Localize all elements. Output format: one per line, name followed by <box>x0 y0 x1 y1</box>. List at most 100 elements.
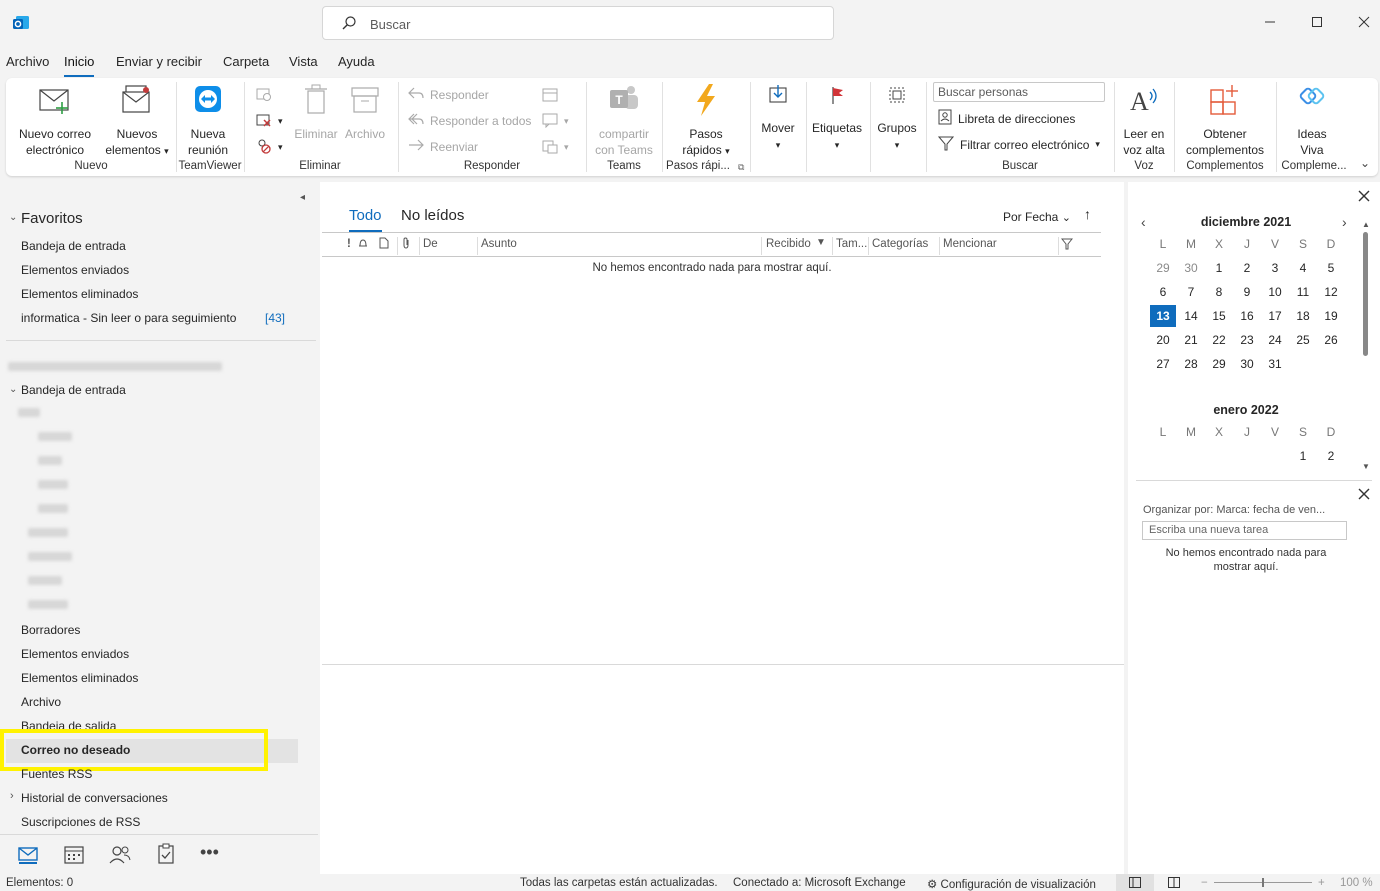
dialog-launcher-icon[interactable]: ⧉ <box>738 162 744 173</box>
col-categories[interactable]: Categorías <box>872 238 928 250</box>
address-book-button[interactable]: Libreta de direcciones <box>938 109 1075 128</box>
col-importance[interactable]: ! <box>347 238 351 250</box>
col-from[interactable]: De <box>423 238 438 250</box>
maximize-button[interactable] <box>1297 8 1337 38</box>
dec-calendar-day[interactable]: 6 <box>1150 285 1176 299</box>
dec-calendar-day[interactable]: 17 <box>1262 309 1288 323</box>
col-received[interactable]: Recibido <box>766 238 811 250</box>
groups-button[interactable]: Grupos ▾ <box>872 82 922 153</box>
reminder-col-icon[interactable] <box>357 237 369 252</box>
people-icon[interactable] <box>108 842 132 866</box>
dec-calendar-day[interactable]: 22 <box>1206 333 1232 347</box>
subfolder-redacted[interactable] <box>18 408 40 417</box>
dec-calendar-day[interactable]: 3 <box>1262 261 1288 275</box>
tab-carpeta[interactable]: Carpeta <box>223 54 269 69</box>
folder-deleted[interactable]: Elementos eliminados <box>21 671 138 685</box>
dec-calendar-day[interactable]: 13 <box>1150 305 1176 327</box>
folder-rss-feeds[interactable]: Fuentes RSS <box>21 767 92 781</box>
dec-calendar-day[interactable]: 20 <box>1150 333 1176 347</box>
filter-email-button[interactable]: Filtrar correo electrónico ▾ <box>937 135 1100 154</box>
dec-calendar-day[interactable]: 5 <box>1318 261 1344 275</box>
chevron-down-icon[interactable]: ⌄ <box>9 212 17 223</box>
share-teams-button[interactable]: T compartir con Teams <box>590 82 658 158</box>
minimize-button[interactable] <box>1250 8 1290 38</box>
dec-calendar-day[interactable]: 2 <box>1234 261 1260 275</box>
dec-calendar-day[interactable]: 23 <box>1234 333 1260 347</box>
viva-insights-button[interactable]: Ideas Viva <box>1282 82 1342 158</box>
junk-button[interactable]: ▾ <box>256 138 283 157</box>
dec-calendar-day[interactable]: 30 <box>1178 261 1204 275</box>
dec-calendar-day[interactable]: 24 <box>1262 333 1288 347</box>
dec-calendar-day[interactable]: 29 <box>1150 261 1176 275</box>
dec-calendar-day[interactable]: 27 <box>1150 357 1176 371</box>
chevron-right-icon[interactable]: › <box>10 790 14 802</box>
col-mention[interactable]: Mencionar <box>943 238 997 250</box>
delete-button[interactable]: Eliminar <box>294 82 338 142</box>
subfolder-redacted[interactable] <box>38 504 68 513</box>
meeting-reply-button[interactable] <box>542 86 558 105</box>
more-apps-icon[interactable]: ••• <box>200 842 224 866</box>
subfolder-redacted[interactable] <box>28 552 72 561</box>
dec-calendar-day[interactable]: 4 <box>1290 261 1316 275</box>
dec-calendar-day[interactable]: 12 <box>1318 285 1344 299</box>
dec-calendar-day[interactable]: 8 <box>1206 285 1232 299</box>
favorites-header[interactable]: Favoritos <box>21 210 83 227</box>
new-task-input[interactable]: Escriba una nueva tarea <box>1142 521 1347 540</box>
zoom-out-icon[interactable]: − <box>1201 877 1208 889</box>
dec-calendar-day[interactable]: 9 <box>1234 285 1260 299</box>
tasks-icon[interactable] <box>154 842 178 866</box>
dec-calendar-day[interactable]: 25 <box>1290 333 1316 347</box>
close-icon[interactable] <box>1358 190 1370 205</box>
zoom-slider-thumb[interactable] <box>1262 878 1264 887</box>
new-email-button[interactable]: Nuevo correo electrónico <box>14 82 96 158</box>
dec-calendar-day[interactable]: 18 <box>1290 309 1316 323</box>
subfolder-redacted[interactable] <box>38 432 72 441</box>
display-settings-button[interactable]: ⚙ Configuración de visualización <box>927 877 1096 891</box>
sort-direction-icon[interactable]: ↑ <box>1084 206 1091 222</box>
more-reply-button[interactable]: ▾ <box>542 138 569 157</box>
calendar-icon[interactable] <box>62 842 86 866</box>
item-type-col-icon[interactable] <box>378 237 390 252</box>
zoom-level[interactable]: 100 % <box>1340 877 1373 889</box>
dec-calendar-day[interactable]: 1 <box>1206 261 1232 275</box>
mail-icon[interactable] <box>16 842 40 866</box>
tab-enviar-recibir[interactable]: Enviar y recibir <box>116 54 202 69</box>
ignore-button[interactable] <box>256 86 272 105</box>
reply-button[interactable]: Responder <box>408 86 489 103</box>
move-button[interactable]: Mover ▾ <box>756 82 800 153</box>
folder-conversation-history[interactable]: Historial de conversaciones <box>21 791 168 805</box>
fav-inbox[interactable]: Bandeja de entrada <box>21 239 126 253</box>
quick-steps-button[interactable]: Pasos rápidos ▾ <box>668 82 744 159</box>
folder-inbox[interactable]: Bandeja de entrada <box>21 383 126 397</box>
tab-unread[interactable]: No leídos <box>401 207 464 224</box>
search-input[interactable]: Buscar <box>322 6 834 40</box>
normal-view-button[interactable] <box>1116 874 1154 891</box>
col-size[interactable]: Tam... <box>836 238 867 250</box>
col-subject[interactable]: Asunto <box>481 238 517 250</box>
folder-archive[interactable]: Archivo <box>21 695 61 709</box>
dec-calendar-day[interactable]: 28 <box>1178 357 1204 371</box>
tab-vista[interactable]: Vista <box>289 54 318 69</box>
zoom-in-icon[interactable]: + <box>1318 877 1325 889</box>
read-aloud-button[interactable]: A Leer en voz alta <box>1116 82 1172 158</box>
close-button[interactable] <box>1344 8 1380 38</box>
get-addins-button[interactable]: Obtener complementos <box>1178 82 1272 158</box>
jan-calendar-day[interactable]: 2 <box>1318 449 1344 463</box>
dec-calendar-day[interactable]: 30 <box>1234 357 1260 371</box>
reading-pane-divider[interactable] <box>322 664 1126 665</box>
ribbon-collapse-icon[interactable]: ⌄ <box>1360 156 1370 170</box>
jan-calendar-day[interactable]: 1 <box>1290 449 1316 463</box>
dec-calendar-day[interactable]: 14 <box>1178 309 1204 323</box>
filter-col-icon[interactable] <box>1060 238 1074 253</box>
dec-calendar-day[interactable]: 11 <box>1290 285 1316 299</box>
reading-view-icon[interactable] <box>1168 877 1180 891</box>
tags-button[interactable]: Etiquetas ▾ <box>810 82 864 153</box>
new-items-button[interactable]: Nuevos elementos ▾ <box>98 82 176 159</box>
forward-button[interactable]: Reenviar <box>408 138 478 155</box>
dec-calendar-day[interactable]: 7 <box>1178 285 1204 299</box>
subfolder-redacted[interactable] <box>28 600 68 609</box>
folder-drafts[interactable]: Borradores <box>21 623 80 637</box>
tab-ayuda[interactable]: Ayuda <box>338 54 375 69</box>
fav-deleted[interactable]: Elementos eliminados <box>21 287 138 301</box>
search-people-input[interactable]: Buscar personas <box>933 82 1105 102</box>
